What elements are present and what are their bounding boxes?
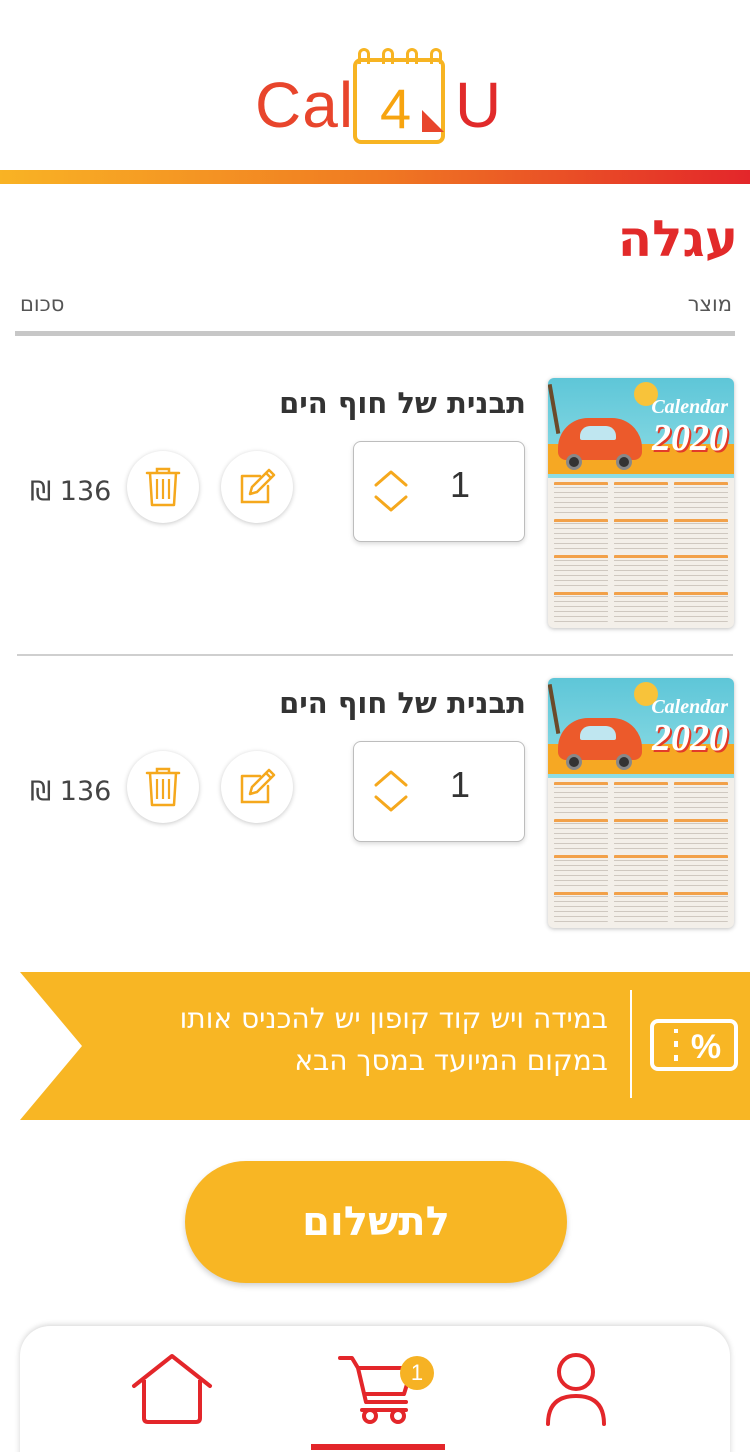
coupon-banner: במידה ויש קוד קופון יש להכניס אותו במקום… [20,972,750,1120]
logo-text-u: U [455,69,502,141]
pay-button[interactable]: לתשלום [185,1161,567,1283]
nav-active-indicator [311,1444,445,1450]
product-thumbnail[interactable]: Calendar 2020 [548,678,734,928]
pencil-icon [240,768,276,804]
header-gradient-bar [0,170,750,184]
user-icon [546,1353,606,1426]
coupon-text-line2: במקום המיועד במסך הבא [294,1044,608,1077]
cart-item: Calendar 2020 תבנית של חוף הים 1 136 ₪ [0,378,750,638]
pencil-icon [240,468,276,504]
product-title: תבנית של חוף הים [279,386,526,420]
cart-item: Calendar 2020 תבנית של חוף הים 1 136 ₪ [0,678,750,938]
cart-count-badge: 1 [400,1356,434,1390]
quantity-stepper[interactable]: 1 [353,441,525,542]
page-title: עגלה [617,210,738,268]
logo-page-fold [422,110,444,132]
trash-icon [145,467,181,507]
app-header: Cal 4 U [0,0,750,184]
pay-button-label: לתשלום [302,1199,450,1245]
svg-text:%: % [691,1028,721,1066]
edit-button[interactable] [221,751,293,823]
thumbnail-year-text: 2020 [652,717,728,759]
chevron-up-icon[interactable] [373,468,409,488]
logo-text-four: 4 [380,77,412,140]
item-price: 136 ₪ [30,776,112,807]
product-title: תבנית של חוף הים [279,686,526,720]
coupon-text: במידה ויש קוד קופון יש להכניס אותו במקום… [138,998,608,1082]
quantity-stepper[interactable]: 1 [353,741,525,842]
bottom-navigation: 1 [20,1326,730,1452]
chevron-down-icon[interactable] [373,494,409,514]
header-divider [15,331,735,336]
delete-button[interactable] [127,451,199,523]
percent-ticket-icon: % [650,1019,738,1071]
column-header-product: מוצר [687,292,732,316]
coupon-separator [630,990,632,1098]
item-divider [17,654,733,656]
app-logo[interactable]: Cal 4 U [250,40,510,150]
column-header-sum: סכום [20,292,65,316]
logo-text-cal: Cal [255,69,355,141]
nav-home[interactable] [130,1352,214,1430]
product-thumbnail[interactable]: Calendar 2020 [548,378,734,628]
chevron-up-icon[interactable] [373,768,409,788]
home-icon [132,1354,212,1424]
trash-icon [145,767,181,807]
quantity-value: 1 [450,464,471,505]
coupon-text-line1: במידה ויש קוד קופון יש להכניס אותו [179,1002,608,1035]
quantity-value: 1 [450,764,471,805]
thumbnail-year-text: 2020 [652,417,728,459]
item-price: 136 ₪ [30,476,112,507]
edit-button[interactable] [221,451,293,523]
chevron-down-icon[interactable] [373,794,409,814]
delete-button[interactable] [127,751,199,823]
nav-profile[interactable] [544,1352,608,1430]
